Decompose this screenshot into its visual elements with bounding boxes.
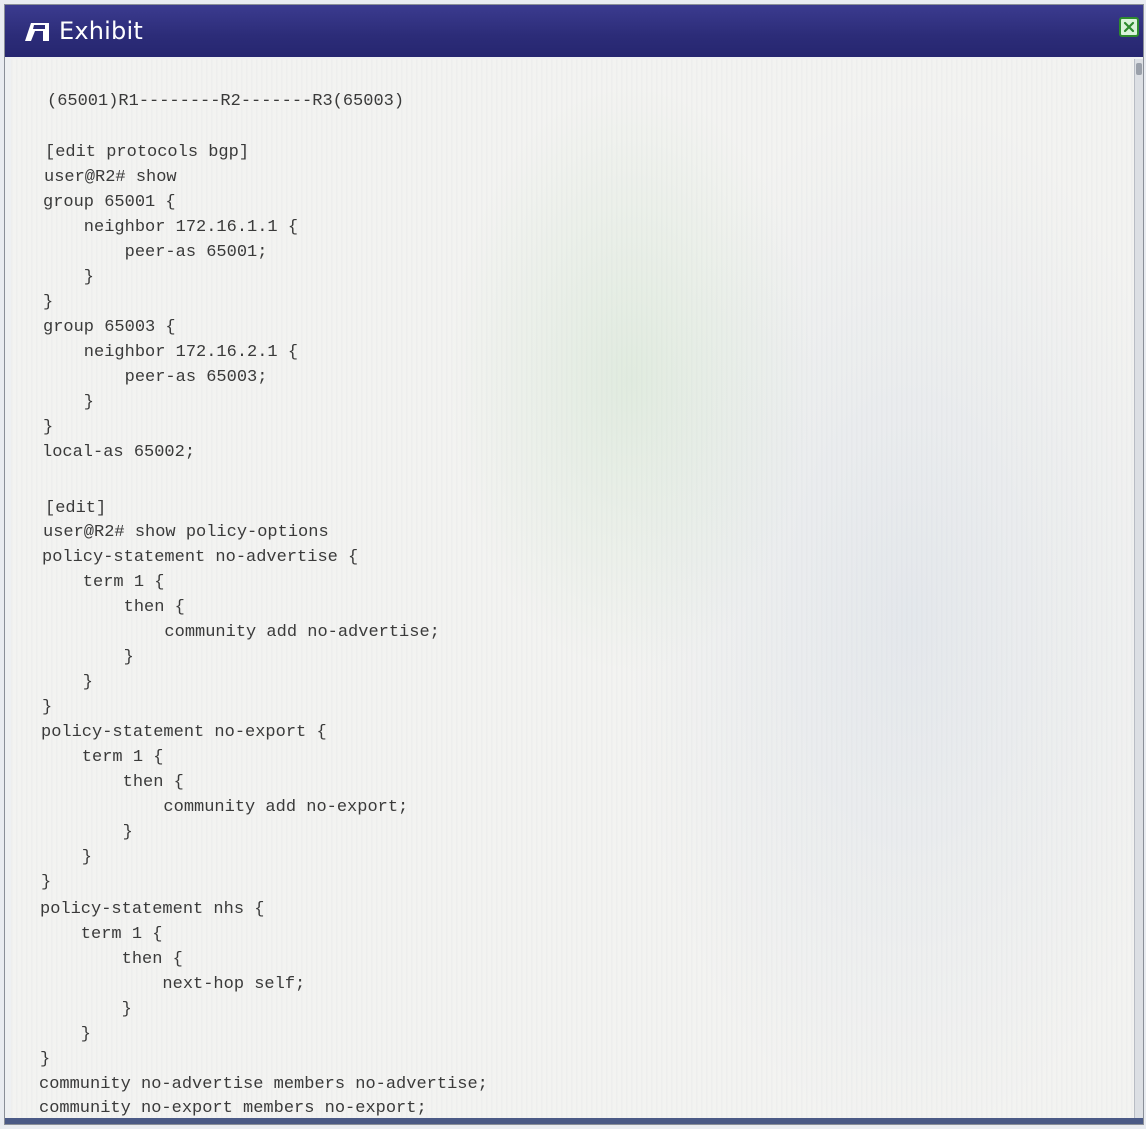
- cli-prompt-context: [edit protocols bgp]: [45, 143, 250, 162]
- exhibit-content: (65001)R1--------R2-------R3(65003) [edi…: [11, 59, 1137, 1120]
- config-line: }: [43, 293, 54, 312]
- config-line: }: [42, 648, 134, 667]
- config-line: }: [43, 393, 95, 412]
- config-line: policy-statement no-advertise {: [42, 548, 359, 567]
- scrollbar-thumb[interactable]: [1136, 63, 1142, 75]
- config-line: peer-as 65001;: [43, 243, 268, 262]
- config-line: }: [42, 673, 94, 692]
- close-icon: [1123, 21, 1135, 33]
- config-line: policy-statement nhs {: [40, 900, 265, 919]
- config-line: community add no-advertise;: [42, 623, 440, 642]
- config-line: community add no-export;: [41, 798, 409, 817]
- config-line: group 65001 {: [43, 193, 176, 212]
- cli-command: user@R2# show policy-options: [43, 523, 329, 542]
- cli-command: user@R2# show: [44, 168, 177, 187]
- config-line: then {: [41, 773, 184, 792]
- exhibit-window: Exhibit (65001)R1--------R2-------R3(650…: [4, 4, 1144, 1125]
- config-line: next-hop self;: [40, 975, 306, 994]
- config-line: policy-statement no-export {: [41, 723, 327, 742]
- window-bottom-border: [5, 1118, 1143, 1124]
- exhibit-icon: [23, 19, 53, 43]
- config-line: }: [40, 1000, 132, 1019]
- window-title: Exhibit: [59, 17, 143, 45]
- config-line: term 1 {: [40, 925, 163, 944]
- vertical-scrollbar[interactable]: [1134, 59, 1143, 1120]
- title-bar[interactable]: Exhibit: [5, 5, 1143, 57]
- config-line: then {: [40, 950, 183, 969]
- config-line: peer-as 65003;: [43, 368, 268, 387]
- config-line: }: [41, 848, 93, 867]
- close-button[interactable]: [1119, 17, 1139, 37]
- config-line: then {: [42, 598, 185, 617]
- topology-line: (65001)R1--------R2-------R3(65003): [47, 92, 405, 111]
- config-line: group 65003 {: [43, 318, 176, 337]
- config-line: local-as 65002;: [42, 443, 196, 462]
- config-line: }: [41, 823, 133, 842]
- config-line: neighbor 172.16.2.1 {: [43, 343, 299, 362]
- config-line: term 1 {: [42, 573, 165, 592]
- config-line: }: [43, 268, 95, 287]
- config-line: }: [42, 698, 53, 717]
- cli-prompt-context: [edit]: [45, 499, 107, 518]
- config-line: community no-advertise members no-advert…: [39, 1075, 488, 1094]
- config-line: term 1 {: [41, 748, 164, 767]
- config-line: }: [40, 1050, 51, 1069]
- config-line: }: [43, 418, 54, 437]
- config-line: community no-export members no-export;: [39, 1099, 427, 1118]
- config-line: }: [41, 873, 52, 892]
- config-line: }: [40, 1025, 92, 1044]
- config-line: neighbor 172.16.1.1 {: [43, 218, 299, 237]
